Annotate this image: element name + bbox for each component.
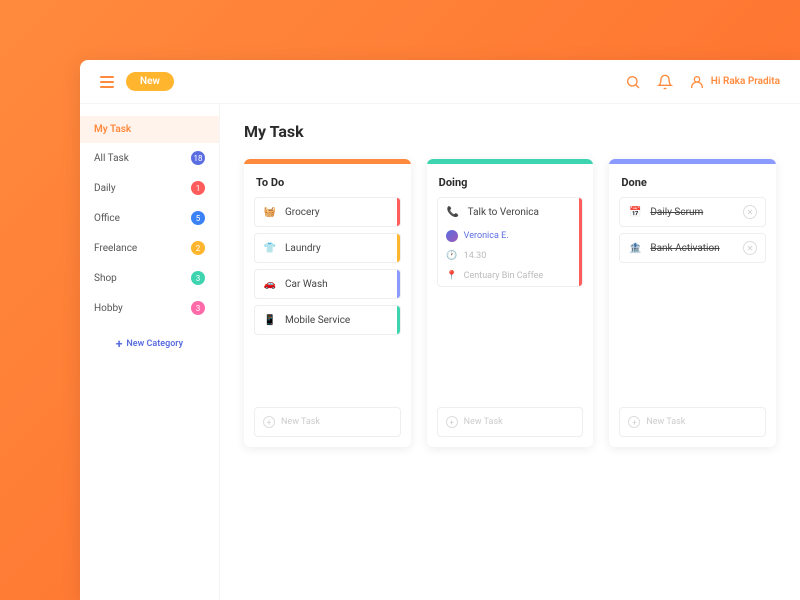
sidebar-label: Freelance (94, 243, 137, 254)
sidebar: My Task All Task 18 Daily 1 Office 5 Freela… (80, 104, 220, 600)
plus-circle-icon: + (263, 416, 275, 428)
card-stripe (579, 198, 582, 286)
user-icon (689, 74, 705, 90)
column-done: Done 📅 Daily Scrum ✕ 🏦 Bank Activation ✕ + Ne… (609, 159, 776, 447)
card-location: 📍Centuary Bin Caffee (438, 266, 583, 286)
sidebar-label: Daily (94, 183, 116, 194)
card-stripe (397, 270, 400, 298)
new-category-button[interactable]: +New Category (80, 323, 219, 365)
card-label: Daily Scrum (650, 207, 703, 218)
hamburger-icon[interactable] (100, 76, 114, 88)
board: To Do 🧺 Grocery 👕 Laundry 🚗 Car Wash 📱 Mobil… (244, 159, 776, 447)
column-body: 📞 Talk to Veronica Veronica E. 🕐14.30 📍Ce… (427, 197, 594, 397)
badge: 2 (191, 241, 205, 255)
basket-icon: 🧺 (263, 205, 277, 219)
task-card[interactable]: 📞 Talk to Veronica Veronica E. 🕐14.30 📍Ce… (437, 197, 584, 287)
bell-icon[interactable] (657, 74, 673, 90)
close-icon[interactable]: ✕ (743, 205, 757, 219)
new-task-button[interactable]: + New Task (619, 407, 766, 437)
badge: 3 (191, 301, 205, 315)
pin-icon: 📍 (446, 270, 458, 282)
sidebar-item-hobby[interactable]: Hobby 3 (80, 293, 219, 323)
new-task-button[interactable]: + New Task (254, 407, 401, 437)
badge: 18 (191, 151, 205, 165)
avatar (446, 230, 458, 242)
card-label: Talk to Veronica (468, 207, 539, 218)
task-card[interactable]: 🚗 Car Wash (254, 269, 401, 299)
new-category-label: New Category (126, 339, 183, 349)
card-label: Car Wash (285, 279, 328, 290)
card-stripe (397, 234, 400, 262)
topbar: New Hi Raka Pradita (80, 60, 800, 104)
task-card[interactable]: 📱 Mobile Service (254, 305, 401, 335)
badge: 1 (191, 181, 205, 195)
card-person: Veronica E. (438, 226, 583, 246)
new-task-label: New Task (646, 417, 685, 427)
sidebar-item-alltask[interactable]: All Task 18 (80, 143, 219, 173)
calendar-icon: 📅 (628, 205, 642, 219)
card-label: Grocery (285, 207, 320, 218)
card-label: Bank Activation (650, 243, 719, 254)
column-title: Done (609, 164, 776, 197)
card-stripe (397, 306, 400, 334)
plus-circle-icon: + (628, 416, 640, 428)
car-icon: 🚗 (263, 277, 277, 291)
badge: 5 (191, 211, 205, 225)
column-body: 📅 Daily Scrum ✕ 🏦 Bank Activation ✕ (609, 197, 776, 397)
sidebar-item-freelance[interactable]: Freelance 2 (80, 233, 219, 263)
plus-icon: + (116, 337, 123, 351)
task-card[interactable]: 👕 Laundry (254, 233, 401, 263)
new-button[interactable]: New (126, 72, 174, 91)
close-icon[interactable]: ✕ (743, 241, 757, 255)
sidebar-item-shop[interactable]: Shop 3 (80, 263, 219, 293)
task-card-done[interactable]: 🏦 Bank Activation ✕ (619, 233, 766, 263)
app-window: New Hi Raka Pradita My Task All Task 18 D… (80, 60, 800, 600)
column-title: To Do (244, 164, 411, 197)
new-task-button[interactable]: + New Task (437, 407, 584, 437)
card-time: 🕐14.30 (438, 246, 583, 266)
shirt-icon: 👕 (263, 241, 277, 255)
sidebar-label: All Task (94, 153, 129, 164)
column-doing: Doing 📞 Talk to Veronica Veronica E. 🕐14.… (427, 159, 594, 447)
main: My Task To Do 🧺 Grocery 👕 Laundry 🚗 Car Was… (220, 104, 800, 600)
card-stripe (397, 198, 400, 226)
mobile-icon: 📱 (263, 313, 277, 327)
sidebar-label: Office (94, 213, 120, 224)
column-todo: To Do 🧺 Grocery 👕 Laundry 🚗 Car Wash 📱 Mobil… (244, 159, 411, 447)
user-menu[interactable]: Hi Raka Pradita (689, 74, 780, 90)
sidebar-label: Hobby (94, 303, 123, 314)
sidebar-item-mytask[interactable]: My Task (80, 116, 219, 143)
topbar-right: Hi Raka Pradita (625, 74, 780, 90)
column-title: Doing (427, 164, 594, 197)
card-label: Mobile Service (285, 315, 350, 326)
badge: 3 (191, 271, 205, 285)
task-card-done[interactable]: 📅 Daily Scrum ✕ (619, 197, 766, 227)
task-card[interactable]: 🧺 Grocery (254, 197, 401, 227)
new-task-label: New Task (464, 417, 503, 427)
body: My Task All Task 18 Daily 1 Office 5 Freela… (80, 104, 800, 600)
sidebar-label: My Task (94, 124, 131, 135)
column-body: 🧺 Grocery 👕 Laundry 🚗 Car Wash 📱 Mobile Serv… (244, 197, 411, 397)
page-title: My Task (244, 122, 776, 141)
sidebar-item-daily[interactable]: Daily 1 (80, 173, 219, 203)
plus-circle-icon: + (446, 416, 458, 428)
phone-icon: 📞 (446, 205, 460, 219)
bank-icon: 🏦 (628, 241, 642, 255)
search-icon[interactable] (625, 74, 641, 90)
clock-icon: 🕐 (446, 250, 458, 262)
card-label: Laundry (285, 243, 321, 254)
sidebar-item-office[interactable]: Office 5 (80, 203, 219, 233)
greeting-text: Hi Raka Pradita (711, 76, 780, 87)
sidebar-label: Shop (94, 273, 117, 284)
new-task-label: New Task (281, 417, 320, 427)
